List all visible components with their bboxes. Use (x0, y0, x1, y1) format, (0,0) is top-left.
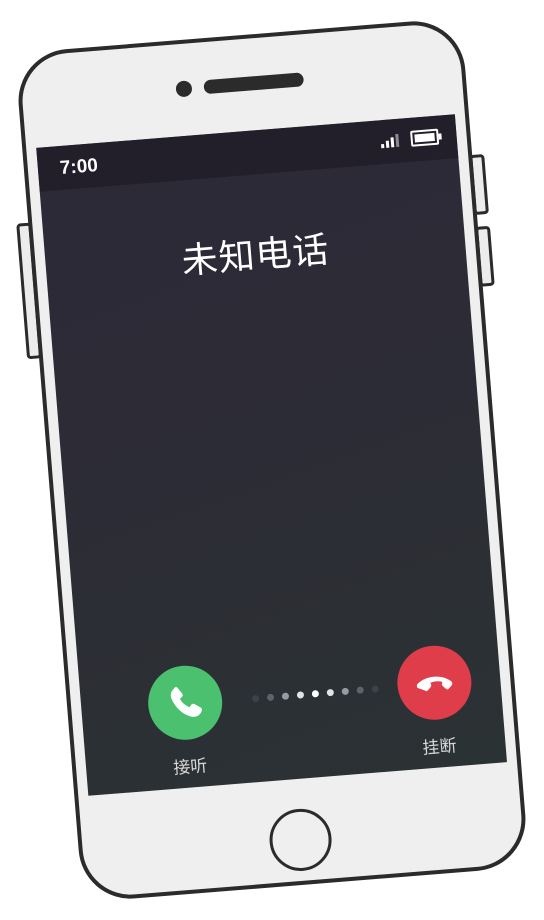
phone-hangup-icon (416, 676, 453, 692)
hangup-label: 挂断 (421, 736, 458, 759)
swipe-dots-icon (251, 685, 380, 703)
status-time: 7:00 (59, 155, 99, 180)
phone-screen: 7:00 未知电话 接听 挂断 (36, 114, 507, 796)
caller-name: 未知电话 (180, 229, 332, 283)
battery-icon (410, 128, 440, 147)
hangup-button[interactable] (394, 642, 475, 723)
phone-icon (170, 687, 202, 717)
answer-button[interactable] (145, 662, 226, 743)
signal-bars-icon (380, 133, 403, 149)
stage: 7:00 未知电话 接听 挂断 (0, 0, 544, 920)
answer-label: 接听 (172, 756, 209, 779)
phone-device: 7:00 未知电话 接听 挂断 (14, 17, 530, 903)
